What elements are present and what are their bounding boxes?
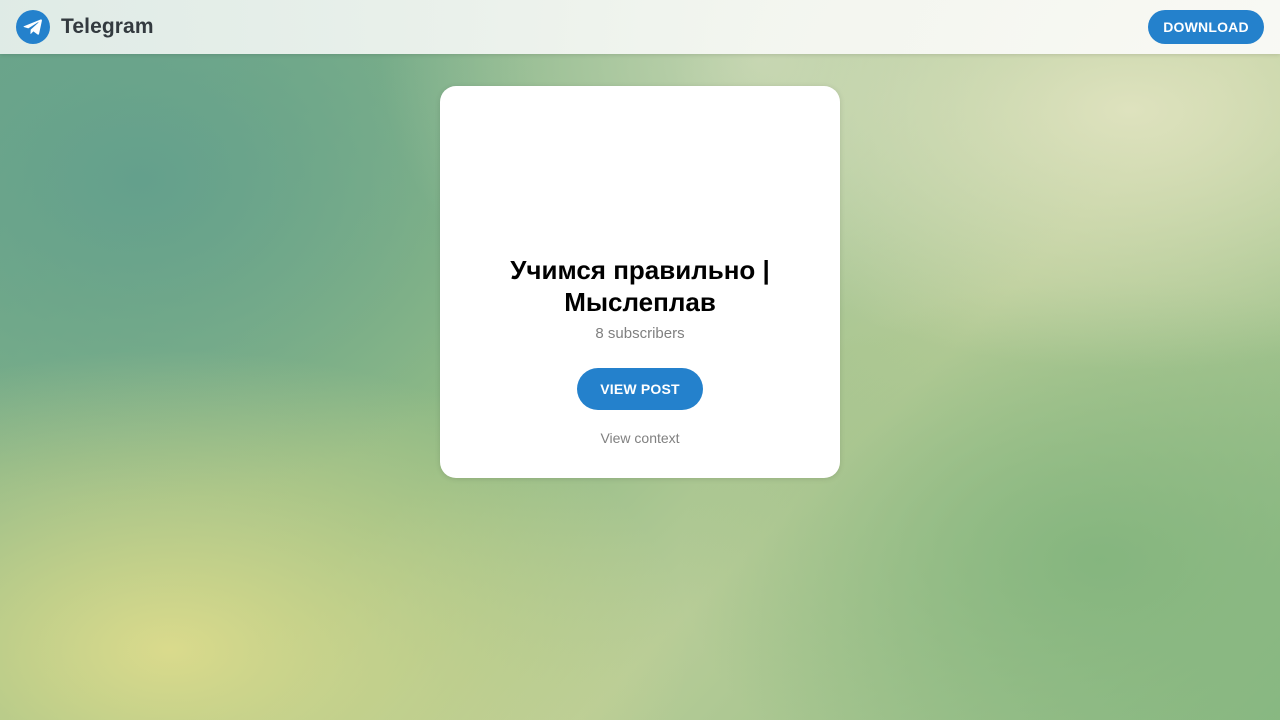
channel-photo xyxy=(580,116,700,236)
download-button[interactable]: DOWNLOAD xyxy=(1148,10,1264,44)
channel-title: Учимся правильно | Мыслеплав xyxy=(510,255,770,317)
telegram-logo-icon xyxy=(16,10,50,44)
top-header: Telegram DOWNLOAD xyxy=(0,0,1280,54)
view-post-button[interactable]: VIEW POST xyxy=(577,368,703,410)
view-context-link[interactable]: View context xyxy=(540,429,740,447)
channel-card: Учимся правильно | Мыслеплав 8 subscribe… xyxy=(440,86,840,478)
brand-name: Telegram xyxy=(61,15,154,38)
telegram-home-link[interactable]: Telegram xyxy=(16,10,154,44)
subscriber-count: 8 subscribers xyxy=(595,325,685,342)
